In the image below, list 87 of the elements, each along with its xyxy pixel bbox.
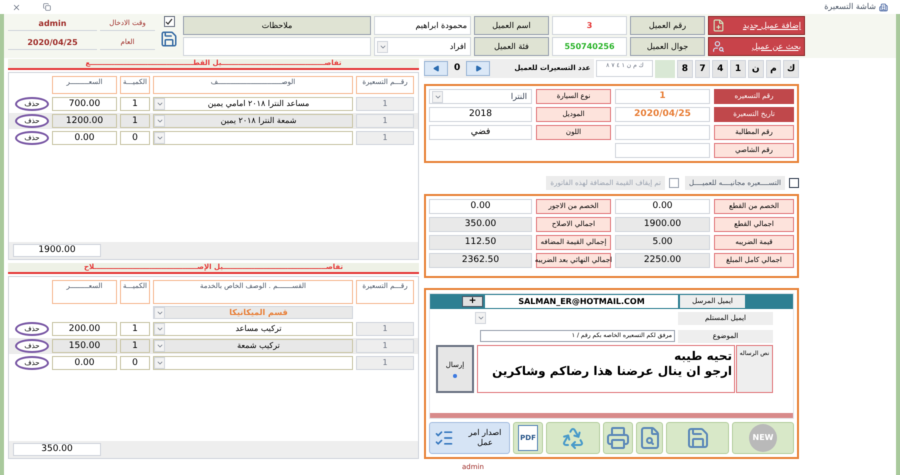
total-field: 2250.00	[615, 253, 710, 268]
info-field[interactable]: فضي	[429, 125, 532, 140]
add-button[interactable]: +	[462, 296, 483, 307]
info-field[interactable]	[615, 143, 710, 158]
toolbar-button[interactable]	[603, 422, 633, 454]
price-field[interactable]: 150.00	[52, 339, 117, 353]
info-field[interactable]	[615, 125, 710, 140]
toolbar-button[interactable]	[666, 422, 729, 454]
plate-character: 1	[730, 60, 746, 78]
row-number: 1	[356, 97, 414, 111]
description-select[interactable]	[153, 356, 353, 370]
row-number: 1	[356, 322, 414, 336]
add-document-icon	[712, 19, 725, 32]
mobile-field: 550740256	[552, 37, 627, 56]
total-field: 1900.00	[13, 244, 101, 257]
total-field: 1900.00	[615, 217, 710, 232]
plate-character: 8	[676, 60, 693, 78]
plate-blank-cell	[655, 60, 675, 78]
close-icon[interactable]	[12, 2, 21, 12]
description-select[interactable]	[153, 131, 353, 145]
total-field: 2362.50	[429, 253, 532, 268]
save-icon[interactable]	[160, 30, 178, 48]
description-select[interactable]: تركيب مساعد	[153, 322, 353, 336]
sender-email-field[interactable]: SALMAN_ER@HOTMAIL.COM	[485, 295, 678, 308]
option-checkbox[interactable]	[789, 178, 799, 188]
description-select[interactable]: مساعد النترا ٢٠١٨ امامي يمين	[153, 97, 353, 111]
car-type-select[interactable]: النترا	[429, 89, 532, 104]
previous-icon	[432, 65, 440, 72]
price-field[interactable]: 1200.00	[52, 114, 117, 128]
row-number: 1	[356, 356, 414, 370]
plate-character: 4	[712, 60, 728, 78]
plate-character: ن	[748, 60, 764, 78]
quantity-field[interactable]: 1	[120, 339, 150, 353]
building-icon	[879, 2, 888, 12]
plate-character: م	[766, 60, 782, 78]
search-customer-button[interactable]: بحث عن عميل	[708, 37, 805, 56]
price-field[interactable]: 0.00	[52, 356, 117, 370]
notes-button[interactable]: ملاحظات	[183, 16, 371, 35]
restore-icon[interactable]	[43, 2, 51, 10]
pricing-count: 0	[454, 62, 460, 75]
row-number: 1	[356, 114, 414, 128]
quantity-field[interactable]: 0	[120, 131, 150, 145]
price-field[interactable]: 700.00	[52, 97, 117, 111]
previous-button[interactable]	[424, 61, 448, 76]
add-customer-button[interactable]: إضافة عميل جديد	[708, 16, 805, 35]
info-field[interactable]: 2018	[429, 107, 532, 122]
info-value: 2020/04/25	[8, 35, 97, 50]
field-label: فئة العميل	[474, 37, 549, 56]
quantity-field[interactable]: 1	[120, 322, 150, 336]
new-badge-icon: NEW	[749, 424, 777, 452]
message-field[interactable]: تحيه طيبه ارجو ان ينال عرضنا هذا رضاكم وشاكرين	[477, 345, 735, 393]
plate-character: 7	[694, 60, 710, 78]
toolbar-button[interactable]	[636, 422, 663, 454]
total-field[interactable]: 0.00	[429, 199, 532, 214]
row-number: 1	[356, 131, 414, 145]
info-value: admin	[8, 16, 97, 31]
recycle-bin-icon	[561, 426, 585, 450]
next-button[interactable]	[466, 61, 490, 76]
work-order-button[interactable]: اصدار امر عمل	[429, 422, 510, 454]
next-icon	[474, 65, 482, 72]
total-field: 350.00	[429, 217, 532, 232]
quantity-field[interactable]: 1	[120, 97, 150, 111]
field-label: اسم العميل	[474, 16, 549, 35]
category-select[interactable]: افراد	[374, 37, 471, 56]
save-icon	[686, 426, 710, 450]
quantity-field[interactable]: 0	[120, 356, 150, 370]
price-field[interactable]: 0.00	[52, 131, 117, 145]
total-field: 5.00	[615, 235, 710, 250]
notes-checkbox[interactable]	[164, 16, 174, 27]
field-label: جوال العميل	[630, 37, 705, 56]
notes-field[interactable]	[183, 37, 371, 56]
field-label: رقم العميل	[630, 16, 705, 35]
quantity-field[interactable]: 1	[120, 114, 150, 128]
customer-name-field[interactable]: محمودة ابراهيم	[374, 16, 471, 35]
total-field: 350.00	[13, 443, 101, 456]
plate-character: ك	[783, 60, 799, 78]
window-title: شاشة التسعيرة	[824, 1, 876, 13]
customer-number-field: 3	[552, 16, 627, 35]
row-number: 1	[356, 339, 414, 353]
toolbar-button[interactable]	[546, 422, 600, 454]
printer-icon	[606, 426, 630, 450]
user-search-icon	[712, 40, 725, 53]
price-field[interactable]: 200.00	[52, 322, 117, 336]
total-field: 112.50	[429, 235, 532, 250]
total-field[interactable]: 0.00	[615, 199, 710, 214]
description-select[interactable]: تركيب شمعة	[153, 339, 353, 353]
description-select[interactable]: شمعة النترا ٢٠١٨ يمين	[153, 114, 353, 128]
